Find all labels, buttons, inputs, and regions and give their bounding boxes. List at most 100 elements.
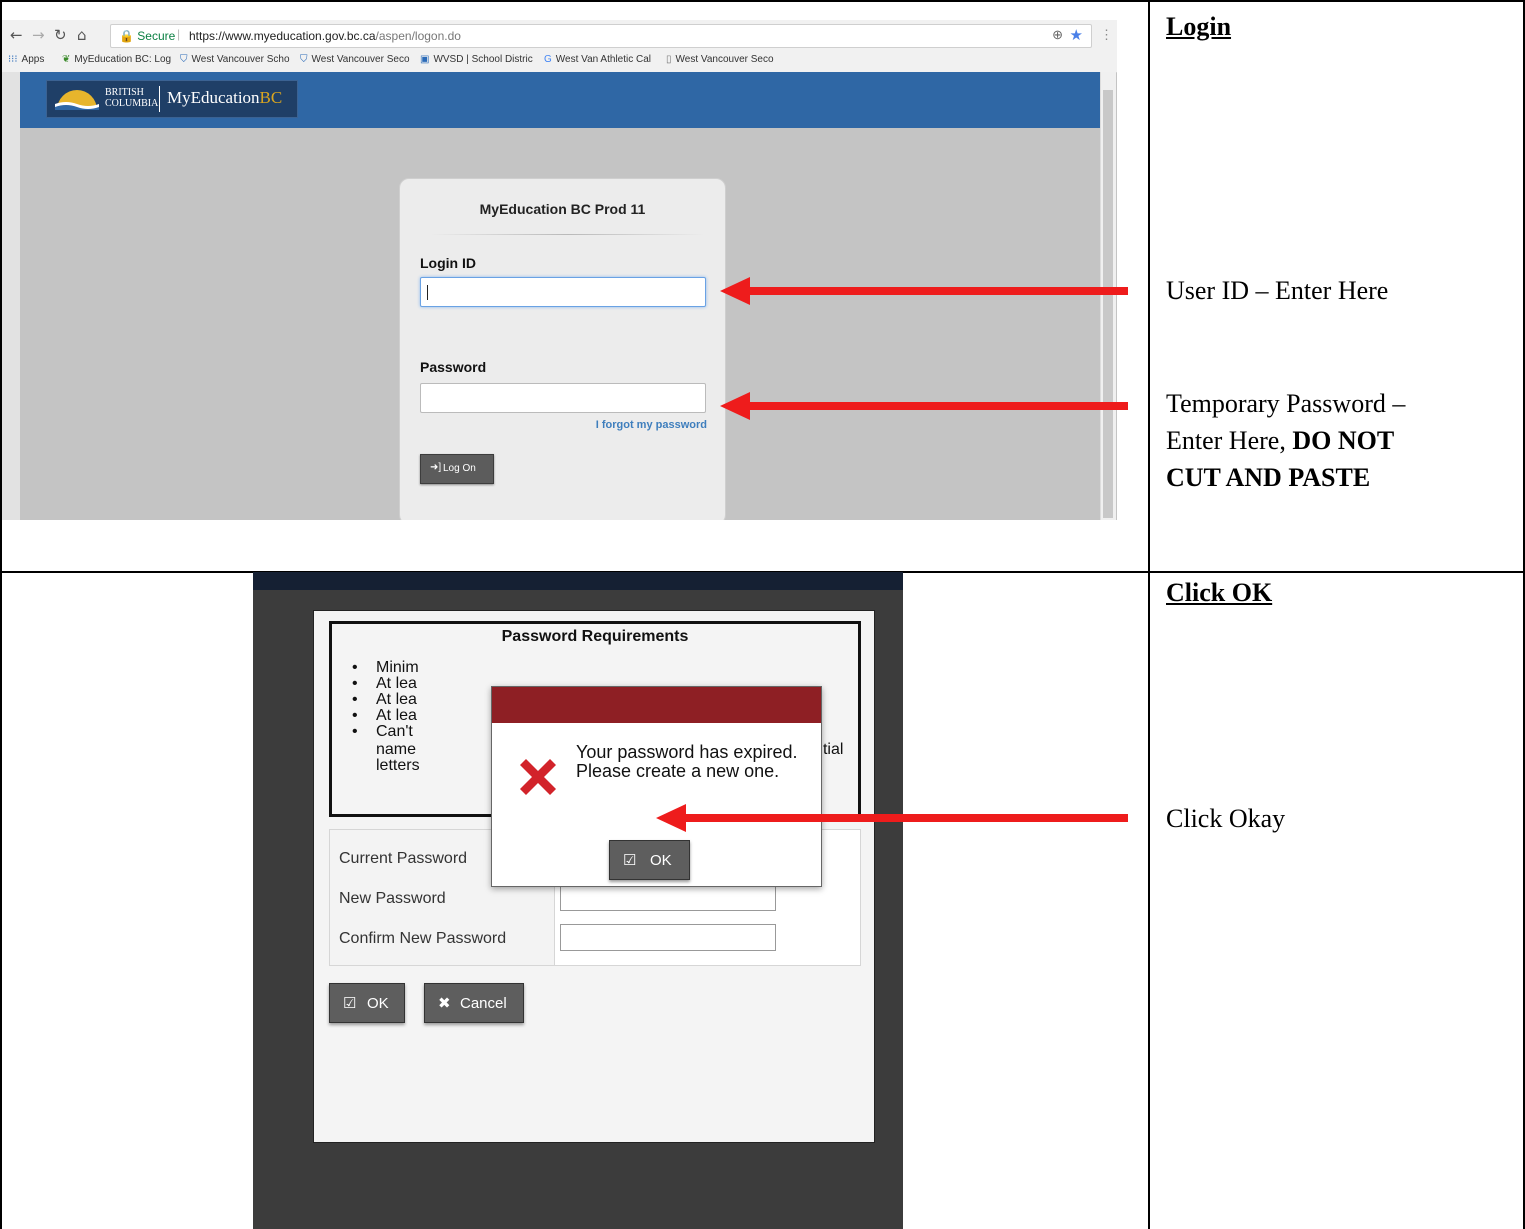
bullet-icon: • (352, 707, 358, 724)
confirm-password-label: Confirm New Password (339, 930, 507, 947)
page-gutter (2, 72, 20, 520)
bullet-icon: • (352, 691, 358, 708)
card-title: MyEducation BC Prod 11 (479, 201, 646, 217)
apps-grid-icon: ⁝⁝⁝ (8, 54, 18, 65)
click-okay-note: Click Okay (1166, 804, 1286, 833)
page-icon: ▯ (666, 54, 672, 65)
bookmark-item[interactable]: ❦ MyEducation BC: Log (62, 54, 171, 65)
requirement-fragment: name (376, 741, 417, 758)
login-heading: Login (1166, 12, 1232, 41)
text-caret (427, 285, 428, 300)
temp-password-line2: Enter Here, DO NOT (1166, 426, 1395, 455)
card-divider (430, 234, 705, 235)
dialog-ok-button[interactable]: ☑ OK (609, 840, 690, 880)
cancel-label: Cancel (460, 995, 507, 1012)
arrow-to-login-id (748, 287, 1128, 295)
password-change-panel: Password Requirements • Minim • At lea • At… (313, 610, 875, 1143)
bookmark-item[interactable]: ⛉ West Vancouver Scho (180, 54, 290, 65)
logo-name: MyEducationBC (167, 88, 283, 107)
page-scrollbar[interactable] (1100, 72, 1116, 520)
requirement-item: Minim (376, 659, 419, 676)
bookmark-item[interactable]: ⛉ West Vancouver Seco (300, 54, 410, 65)
bookmark-item[interactable]: ⁝⁝⁝ Apps (8, 54, 44, 65)
bullet-icon: • (352, 659, 358, 676)
ok-label: OK (367, 995, 389, 1012)
secure-label: 🔒 Secure (119, 29, 176, 43)
arrow-to-ok (685, 814, 1128, 822)
password-label: Password (420, 359, 487, 375)
dialog-header (492, 687, 821, 723)
sign-in-icon: ➜] (430, 462, 442, 473)
password-change-screenshot: Password Requirements • Minim • At lea • At… (253, 572, 903, 1229)
confirm-password-input[interactable] (560, 924, 776, 951)
bookmark-item[interactable]: G West Van Athletic Cal (544, 54, 651, 65)
requirement-item: Can't (376, 723, 413, 740)
requirement-fragment: letters (376, 757, 420, 774)
table-border-divider (1148, 0, 1150, 1229)
bookmarks-bar: ⁝⁝⁝ Apps ❦ MyEducation BC: Log ⛉ West Vanco… (2, 50, 1117, 70)
reload-icon[interactable]: ↻ (54, 26, 67, 44)
back-icon[interactable]: ← (10, 26, 23, 44)
new-password-input[interactable] (560, 884, 776, 911)
arrow-head-ok (656, 804, 686, 832)
log-on-button[interactable]: ➜] Log On (420, 454, 494, 484)
arrow-head-login-id (720, 277, 750, 305)
temp-password-line1: Temporary Password – (1166, 389, 1406, 418)
log-on-label: Log On (443, 463, 476, 474)
scrollbar-thumb[interactable] (1103, 90, 1113, 518)
logo-divider (159, 86, 160, 112)
arrow-head-password (720, 392, 750, 420)
forward-icon[interactable]: → (32, 26, 45, 44)
click-ok-heading: Click OK (1166, 578, 1273, 607)
table-border-top (0, 0, 1525, 2)
zoom-icon[interactable]: ⊕ (1052, 27, 1063, 43)
forgot-password-link[interactable]: I forgot my password (596, 419, 707, 431)
shield-icon: ⛉ (180, 54, 188, 65)
temp-password-note: Temporary Password – Enter Here, DO NOT … (1166, 385, 1506, 496)
temp-password-line3: CUT AND PASTE (1166, 463, 1371, 492)
instruction-table: ← → ↻ ⌂ 🔒 Secure | https://www.myeducati… (0, 0, 1525, 1229)
cancel-button[interactable]: ✖ Cancel (424, 983, 524, 1023)
login-id-input[interactable] (420, 277, 706, 307)
login-screenshot: ← → ↻ ⌂ 🔒 Secure | https://www.myeducati… (2, 20, 1117, 520)
requirement-item: At lea (376, 691, 417, 708)
address-bar[interactable]: 🔒 Secure | https://www.myeducation.gov.b… (110, 24, 1092, 48)
requirement-item: At lea (376, 707, 417, 724)
requirements-title: Password Requirements (501, 628, 689, 645)
bullet-icon: • (352, 723, 358, 740)
error-x-icon (520, 759, 556, 795)
leaf-icon: ❦ (62, 54, 71, 65)
current-password-label: Current Password (339, 850, 468, 867)
logo-province: BRITISH COLUMBIA (105, 87, 159, 109)
dialog-message: Your password has expired. Please create… (576, 742, 798, 781)
home-icon[interactable]: ⌂ (77, 26, 87, 44)
x-icon: ✖ (438, 995, 451, 1012)
myeducation-logo[interactable]: BRITISH COLUMBIA MyEducationBC (46, 80, 298, 118)
user-id-note: User ID – Enter Here (1166, 276, 1389, 305)
app-header-strip (253, 572, 903, 590)
login-id-label: Login ID (420, 255, 476, 271)
arrow-to-password (748, 402, 1128, 410)
ok-button[interactable]: ☑ OK (329, 983, 405, 1023)
new-password-label: New Password (339, 890, 446, 907)
bookmark-item[interactable]: ▯ West Vancouver Seco (666, 54, 774, 65)
dialog-ok-label: OK (650, 852, 672, 869)
password-input[interactable] (420, 383, 706, 413)
bookmark-star-icon[interactable]: ★ (1070, 26, 1083, 44)
sun-logo-icon (55, 90, 99, 110)
google-icon: G (544, 54, 552, 65)
address-separator: | (177, 27, 181, 41)
login-card: MyEducation BC Prod 11 Login ID Password… (399, 178, 726, 520)
checkbox-icon: ☑ (623, 852, 637, 869)
checkbox-icon: ☑ (343, 995, 357, 1012)
shield-icon: ⛉ (300, 54, 308, 65)
menu-icon[interactable]: ⋮ (1100, 27, 1113, 43)
password-expired-dialog: Your password has expired. Please create… (491, 686, 822, 887)
requirement-item: At lea (376, 675, 417, 692)
bookmark-item[interactable]: ▣ WVSD | School Distric (420, 54, 533, 65)
site-banner: BRITISH COLUMBIA MyEducationBC (20, 72, 1100, 128)
address-url: https://www.myeducation.gov.bc.ca/aspen/… (189, 29, 461, 43)
school-icon: ▣ (420, 54, 430, 65)
browser-chrome: ← → ↻ ⌂ 🔒 Secure | https://www.myeducati… (2, 20, 1117, 73)
bullet-icon: • (352, 675, 358, 692)
